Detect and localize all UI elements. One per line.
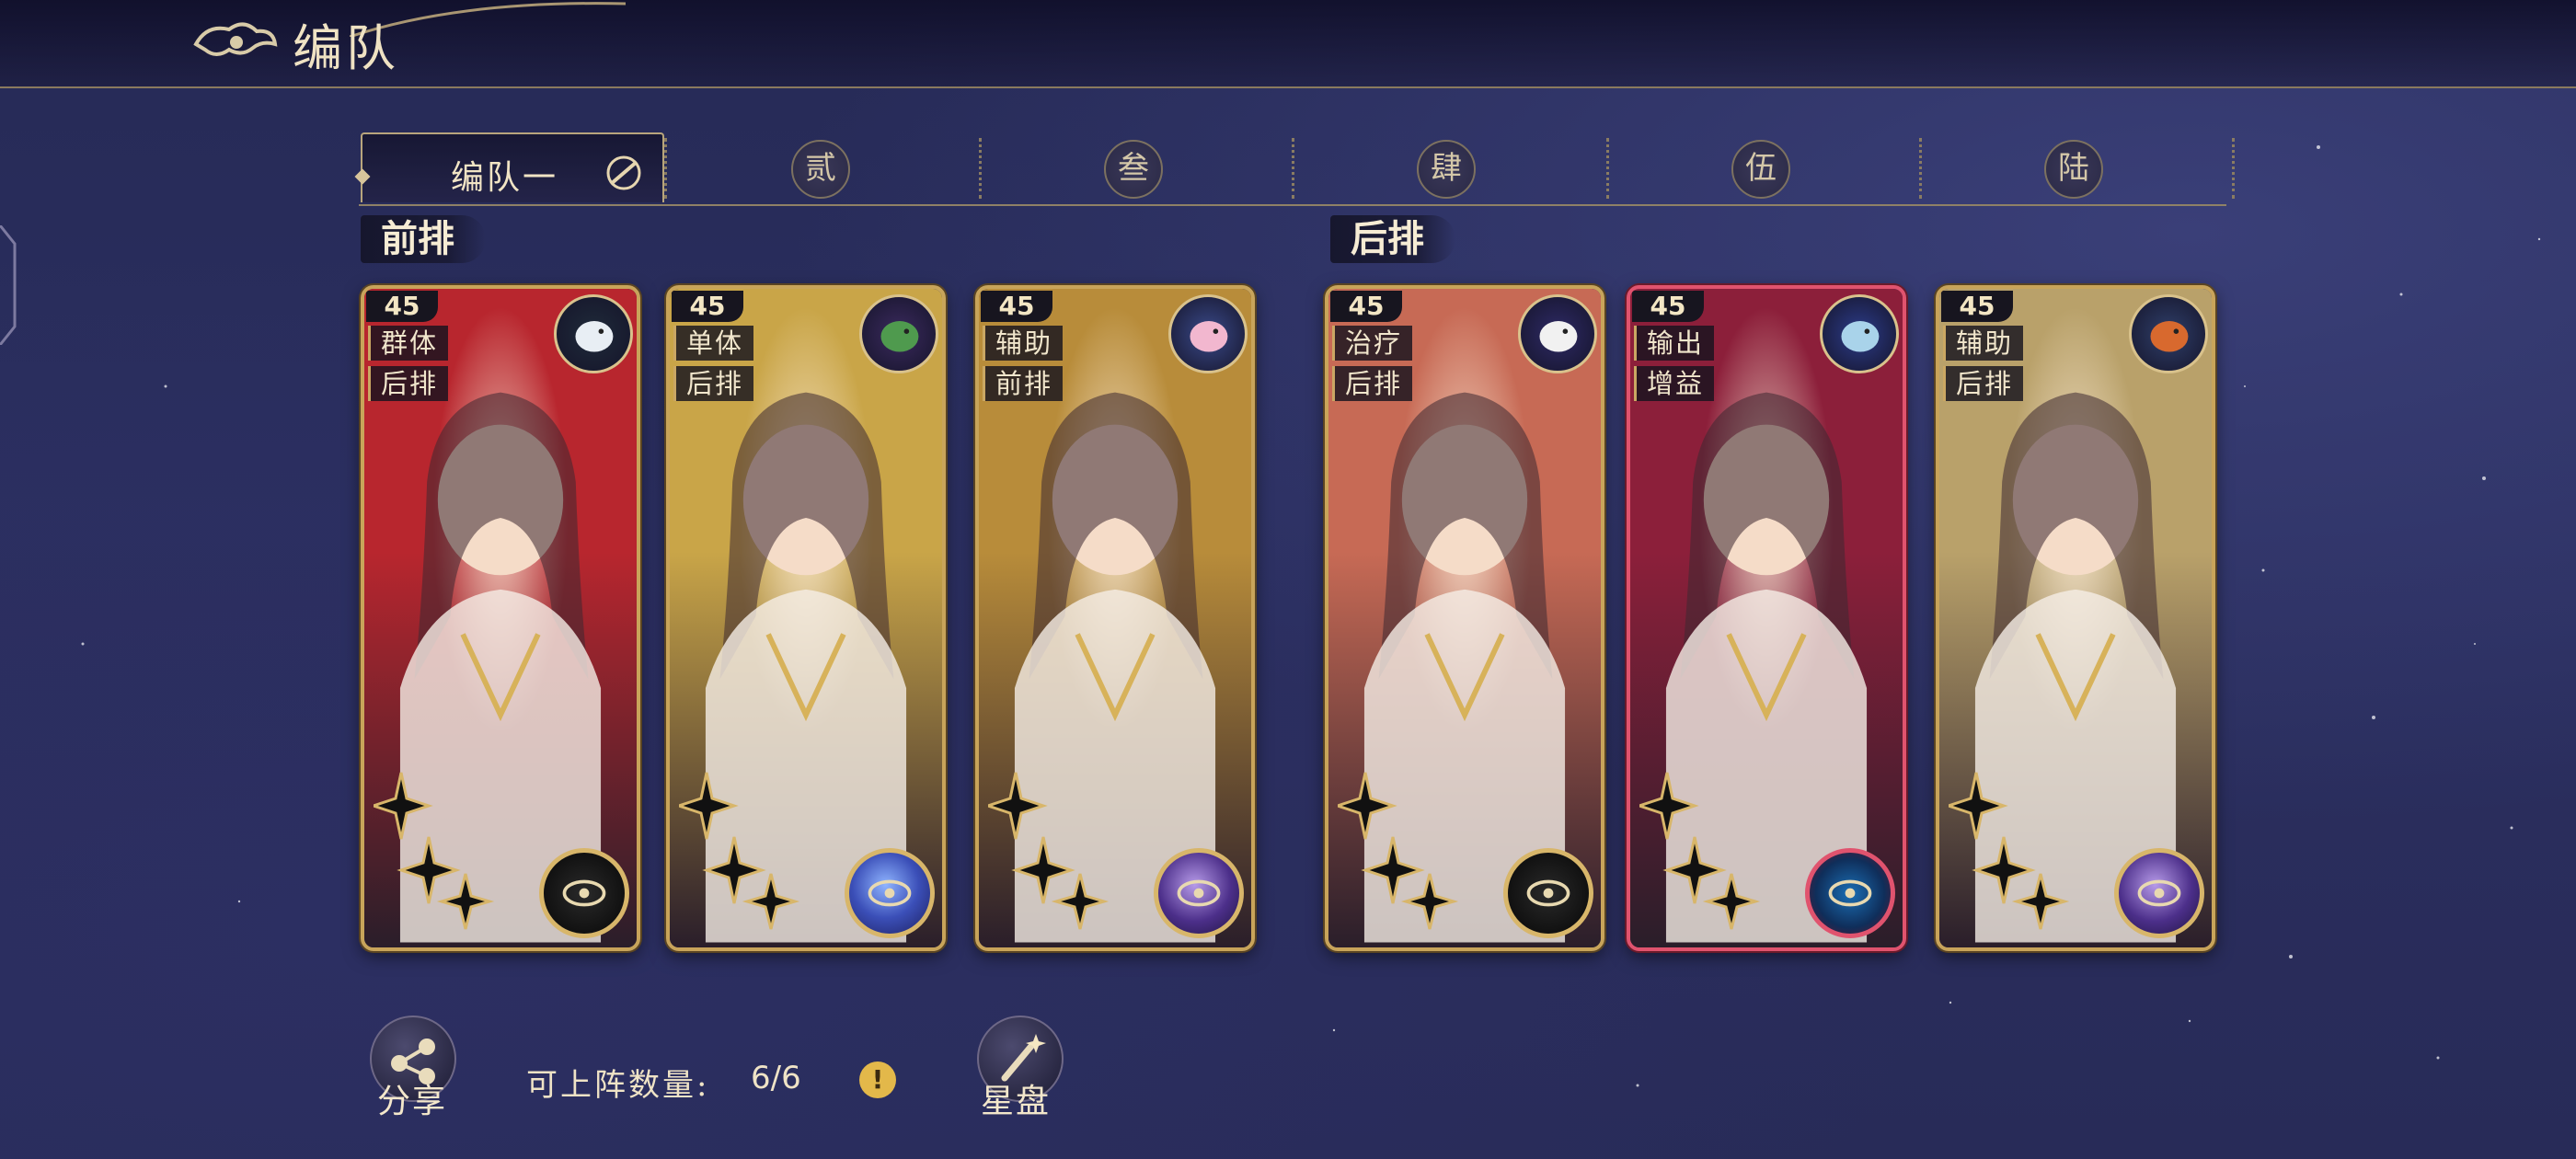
compass-red-element-icon [1805, 848, 1895, 938]
position-tag: 前排 [983, 366, 1063, 401]
role-tag: 治疗 [1332, 326, 1412, 361]
level-badge: 45 [1941, 291, 2013, 322]
tab-separator [1292, 138, 1294, 199]
share-label[interactable]: 分享 [377, 1074, 447, 1122]
info-icon[interactable]: ! [859, 1061, 896, 1098]
cloud-emblem-icon [193, 22, 278, 56]
tab-separator [1919, 138, 1922, 199]
tab-separator [979, 138, 982, 199]
role-tag: 输出 [1634, 326, 1714, 361]
white-wolf-icon [554, 294, 633, 373]
star-rank-icon [374, 772, 495, 930]
role-tag: 辅助 [1943, 326, 2023, 361]
tab-team-6[interactable]: 陆 [2044, 140, 2103, 199]
green-dragon-icon [859, 294, 938, 373]
position-tag: 后排 [1943, 366, 2023, 401]
team-tab-bar: 编队一 贰 叁 肆 伍 陆 [354, 129, 2236, 212]
tab-team-2[interactable]: 贰 [791, 140, 850, 199]
position-tag: 后排 [673, 366, 753, 401]
tab-corner-ornament [354, 168, 371, 185]
page-title: 编队 [293, 19, 399, 77]
star-rank-icon [1639, 772, 1761, 930]
deploy-count-value: 6/6 [751, 1060, 801, 1096]
front-row-label: 前排 [361, 215, 486, 263]
tab-separator [664, 138, 667, 199]
ring-black-element-icon [1503, 848, 1593, 938]
tab-team-1-label: 编队一 [451, 159, 559, 197]
character-card[interactable]: 45 群体后排 [361, 285, 640, 951]
position-tag: 后排 [1332, 366, 1412, 401]
rename-icon[interactable] [604, 153, 644, 193]
side-drawer-handle[interactable] [0, 225, 20, 345]
character-card[interactable]: 45 治疗后排 [1325, 285, 1604, 951]
role-tag: 单体 [673, 326, 753, 361]
character-card[interactable]: 45 输出增益 [1627, 285, 1906, 951]
white-goat-icon [1518, 294, 1597, 373]
star-rank-icon [988, 772, 1110, 930]
character-card[interactable]: 45 单体后排 [666, 285, 946, 951]
star-rank-icon [679, 772, 800, 930]
deploy-count-label: 可上阵数量: [526, 1067, 710, 1104]
tab-separator [1606, 138, 1609, 199]
planet-blue-element-icon [845, 848, 935, 938]
role-tag: 辅助 [983, 326, 1063, 361]
tab-separator [2232, 138, 2235, 199]
pink-cat-icon [1168, 294, 1248, 373]
star-rank-icon [1338, 772, 1459, 930]
tab-team-5[interactable]: 伍 [1731, 140, 1790, 199]
level-badge: 45 [1632, 291, 1704, 322]
character-card[interactable]: 45 辅助后排 [1936, 285, 2215, 951]
level-badge: 45 [366, 291, 438, 322]
role-tag: 群体 [368, 326, 448, 361]
position-tag: 增益 [1634, 366, 1714, 401]
ice-dragon-icon [1820, 294, 1899, 373]
tab-baseline [359, 204, 2226, 206]
top-bar: 编队 [0, 0, 2576, 88]
character-card[interactable]: 45 辅助前排 [975, 285, 1255, 951]
planet-purple-element-icon [1154, 848, 1244, 938]
planet-purple-element-icon [2114, 848, 2204, 938]
tab-team-1[interactable]: 编队一 [354, 132, 664, 202]
tab-team-3[interactable]: 叁 [1104, 140, 1163, 199]
level-badge: 45 [981, 291, 1052, 322]
tab-team-4[interactable]: 肆 [1417, 140, 1476, 199]
level-badge: 45 [672, 291, 743, 322]
rooster-icon [2129, 294, 2208, 373]
star-rank-icon [1949, 772, 2070, 930]
ring-black-element-icon [539, 848, 629, 938]
starchart-label[interactable]: 星盘 [981, 1074, 1051, 1122]
position-tag: 后排 [368, 366, 448, 401]
back-row-label: 后排 [1330, 215, 1455, 263]
level-badge: 45 [1330, 291, 1402, 322]
